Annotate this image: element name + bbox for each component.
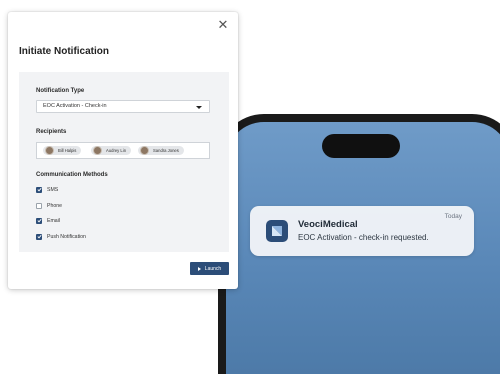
recipient-name: Sandra Jones	[153, 148, 179, 153]
phone-device: VeociMedical EOC Activation - check-in r…	[218, 114, 500, 374]
notification-type-value: EOC Activation - Check-in	[43, 103, 107, 109]
play-icon	[197, 266, 201, 271]
notification-time: Today	[444, 213, 462, 220]
notification-type-select[interactable]: EOC Activation - Check-in	[36, 100, 210, 113]
check-icon	[36, 234, 42, 239]
notification-type-label: Notification Type	[36, 88, 85, 94]
notification-app-name: VeociMedical	[298, 219, 358, 230]
avatar	[93, 146, 102, 155]
recipient-chip[interactable]: Audrey Lin	[91, 146, 132, 155]
phone-notch	[322, 134, 400, 158]
method-label: SMS	[47, 186, 59, 193]
check-icon	[36, 187, 42, 192]
communication-methods-label: Communication Methods	[36, 172, 108, 178]
checkbox-checked[interactable]	[36, 186, 42, 193]
checkbox-checked[interactable]	[36, 233, 42, 240]
recipient-name: Bill Halpis	[58, 148, 77, 153]
recipient-name: Audrey Lin	[106, 148, 127, 153]
method-option-email[interactable]: Email	[36, 216, 60, 225]
checkbox-checked[interactable]	[36, 217, 42, 224]
notification-form: Notification Type EOC Activation - Check…	[19, 72, 229, 252]
chevron-down-icon	[196, 106, 202, 109]
method-label: Phone	[47, 202, 63, 209]
checkbox-unchecked[interactable]	[36, 202, 42, 209]
phone-screen: VeociMedical EOC Activation - check-in r…	[226, 122, 500, 374]
push-notification-card[interactable]: VeociMedical EOC Activation - check-in r…	[250, 206, 474, 256]
launch-button[interactable]: Launch	[190, 262, 229, 275]
method-option-phone[interactable]: Phone	[36, 201, 62, 210]
recipient-chip[interactable]: Sandra Jones	[138, 146, 184, 155]
recipients-label: Recipients	[36, 129, 67, 135]
avatar	[45, 146, 54, 155]
method-label: Email	[47, 217, 60, 224]
avatar	[140, 146, 149, 155]
recipients-field[interactable]: Bill Halpis Audrey Lin Sandra Jones	[36, 142, 210, 159]
method-option-push[interactable]: Push Notification	[36, 232, 86, 241]
method-option-sms[interactable]: SMS	[36, 185, 58, 194]
notification-message: EOC Activation - check-in requested.	[298, 233, 429, 242]
method-label: Push Notification	[47, 233, 86, 240]
dialog-title: Initiate Notification	[19, 46, 109, 57]
initiate-notification-dialog: ✕ Initiate Notification Notification Typ…	[8, 12, 238, 289]
veoci-logo-icon	[266, 220, 288, 242]
launch-label: Launch	[204, 265, 222, 272]
check-icon	[36, 218, 42, 223]
close-icon[interactable]: ✕	[216, 18, 230, 32]
recipient-chip[interactable]: Bill Halpis	[43, 146, 82, 155]
